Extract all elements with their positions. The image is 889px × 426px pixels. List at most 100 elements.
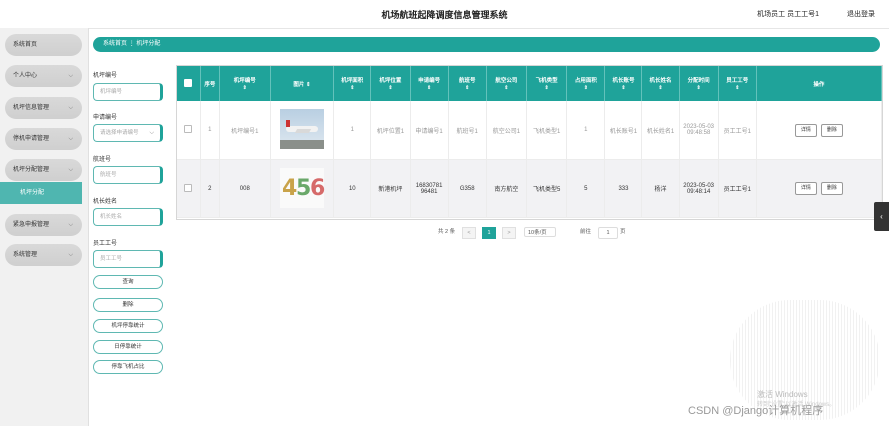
- collapse-tab-icon[interactable]: ‹: [874, 202, 889, 231]
- chevron-down-icon: ⌵: [68, 136, 73, 142]
- cell-flight-no: 航班号1: [448, 101, 487, 160]
- col-apron-no[interactable]: 机坪编号 ⇕: [219, 66, 271, 101]
- sort-icon[interactable]: ⇕: [487, 85, 526, 91]
- col-label: 机坪面积: [341, 78, 364, 84]
- chevron-down-icon: ⌵: [149, 130, 154, 136]
- data-table: 序号 机坪编号 ⇕ 图片 ⇕ 机坪面积 ⇕ 机坪位置 ⇕ 申请编号 ⇕ 航班号 ⇕ 航空公…: [176, 65, 883, 220]
- sort-icon[interactable]: ⇕: [306, 82, 311, 88]
- cell-captain-name: 机长姓名1: [641, 101, 680, 160]
- col-assign-time[interactable]: 分配时间 ⇕: [679, 66, 719, 101]
- digits-image: 4 5 6: [279, 167, 326, 208]
- apron-stats-button[interactable]: 机坪停靠统计: [93, 319, 163, 333]
- col-airline[interactable]: 航空公司 ⇕: [486, 66, 528, 101]
- sidebar-item-profile[interactable]: 个人中心 ⌵: [5, 65, 82, 87]
- breadcrumb-current: 机坪分配: [136, 41, 161, 47]
- row-delete-button[interactable]: 删除: [820, 123, 843, 137]
- sidebar-subitem-apron-assign[interactable]: 机坪分配: [0, 182, 82, 204]
- sidebar-item-label: 机坪分配管理: [13, 167, 50, 173]
- sort-icon[interactable]: ⇕: [527, 85, 566, 91]
- col-apply-no[interactable]: 申请编号 ⇕: [410, 66, 449, 101]
- staff-no-input[interactable]: 员工工号: [93, 250, 163, 268]
- sidebar-item-emergency[interactable]: 紧急申报管理 ⌵: [5, 214, 82, 236]
- logout-link[interactable]: 退出登录: [847, 9, 875, 19]
- apply-no-label: 申请编号: [93, 115, 118, 121]
- page-unit: 页: [620, 229, 626, 235]
- cell-airline: 南方航空: [486, 159, 528, 218]
- cell-staff-no: 员工工号1: [718, 159, 757, 218]
- select-all-checkbox[interactable]: [177, 66, 201, 101]
- sort-icon[interactable]: ⇕: [411, 85, 448, 91]
- col-captain-name[interactable]: 机长姓名 ⇕: [641, 66, 680, 101]
- col-label: 图片: [293, 81, 305, 88]
- col-captain-account[interactable]: 机长账号 ⇕: [604, 66, 643, 101]
- goto-page-input[interactable]: 1: [598, 227, 618, 239]
- table-row: 2 008 4 5 6 10 新港机坪 1683078196481 G358 南…: [177, 159, 883, 218]
- row-checkbox[interactable]: [177, 101, 201, 160]
- digit-6: 6: [309, 175, 326, 201]
- cell-plane-type: 飞机类型1: [526, 101, 568, 160]
- chevron-down-icon: ⌵: [68, 252, 73, 258]
- sidebar-item-label: 紧急申报管理: [13, 222, 50, 228]
- cell-apron-no: 008: [219, 159, 271, 218]
- cell-plane-type: 飞机类型5: [526, 159, 568, 218]
- cell-image: [270, 101, 335, 160]
- page-size-select[interactable]: 10条/页: [524, 227, 556, 237]
- daily-stats-button[interactable]: 日停靠统计: [93, 340, 163, 354]
- sidebar-item-parking-apply[interactable]: 停机申请管理 ⌵: [5, 128, 82, 150]
- row-checkbox[interactable]: [177, 159, 201, 218]
- cell-apply-no: 申请编号1: [410, 101, 449, 160]
- cell-staff-no: 员工工号1: [718, 101, 757, 160]
- csdn-watermark: CSDN @Django计算机程序: [688, 405, 824, 417]
- flight-no-input[interactable]: 航班号: [93, 166, 163, 184]
- table-header-row: 序号 机坪编号 ⇕ 图片 ⇕ 机坪面积 ⇕ 机坪位置 ⇕ 申请编号 ⇕ 航班号 ⇕ 航空公…: [177, 66, 883, 101]
- col-index: 序号: [200, 66, 220, 101]
- sort-icon[interactable]: ⇕: [642, 85, 678, 91]
- col-location[interactable]: 机坪位置 ⇕: [370, 66, 411, 101]
- sidebar-item-home[interactable]: 系统首页: [5, 34, 82, 56]
- col-plane-type[interactable]: 飞机类型 ⇕: [526, 66, 568, 101]
- sidebar: 系统首页 个人中心 ⌵ 机坪信息管理 ⌵ 停机申请管理 ⌵ 机坪分配管理 ⌵ 机坪分配 …: [0, 28, 89, 426]
- cell-used-area: 5: [566, 159, 606, 218]
- search-button[interactable]: 查询: [93, 275, 163, 289]
- col-image[interactable]: 图片 ⇕: [270, 66, 335, 101]
- next-page-button[interactable]: >: [502, 227, 516, 239]
- page-1-button[interactable]: 1: [482, 227, 496, 239]
- col-label: 机坪编号: [233, 78, 256, 84]
- sort-icon[interactable]: ⇕: [371, 85, 409, 91]
- sidebar-item-system[interactable]: 系统管理 ⌵: [5, 244, 82, 266]
- plane-ratio-button[interactable]: 停靠飞机占比: [93, 360, 163, 374]
- sort-icon[interactable]: ⇕: [680, 85, 718, 91]
- detail-button[interactable]: 详情: [794, 123, 817, 137]
- detail-button[interactable]: 详情: [794, 182, 817, 195]
- delete-button[interactable]: 删除: [93, 298, 163, 312]
- sort-icon[interactable]: ⇕: [605, 85, 641, 91]
- prev-page-button[interactable]: <: [462, 227, 476, 239]
- breadcrumb-home[interactable]: 系统首页: [103, 41, 127, 47]
- cell-actions: 详情 删除: [756, 159, 883, 218]
- sidebar-item-apron-info[interactable]: 机坪信息管理 ⌵: [5, 97, 82, 119]
- cell-index: 1: [200, 101, 220, 160]
- sidebar-item-apron-assign[interactable]: 机坪分配管理 ⌵: [5, 159, 82, 181]
- total-count: 共 2 条: [438, 229, 456, 235]
- sidebar-item-label: 系统管理: [13, 252, 38, 258]
- sidebar-item-label: 系统首页: [13, 42, 38, 48]
- row-delete-button[interactable]: 删除: [820, 182, 843, 195]
- sort-icon[interactable]: ⇕: [567, 85, 604, 91]
- col-used-area[interactable]: 占用面积 ⇕: [566, 66, 606, 101]
- sort-icon[interactable]: ⇕: [220, 85, 270, 91]
- flight-no-label: 航班号: [93, 157, 112, 163]
- cell-captain-account: 333: [604, 159, 643, 218]
- col-area[interactable]: 机坪面积 ⇕: [333, 66, 372, 101]
- sort-icon[interactable]: ⇕: [449, 85, 486, 91]
- captain-name-input[interactable]: 机长姓名: [93, 208, 163, 226]
- cell-area: 1: [333, 101, 372, 160]
- chevron-down-icon: ⌵: [68, 73, 73, 79]
- col-staff-no[interactable]: 员工工号 ⇕: [718, 66, 757, 101]
- sort-icon[interactable]: ⇕: [719, 85, 756, 91]
- goto-label: 前往: [580, 229, 592, 235]
- apply-no-select[interactable]: 请选择申请编号 ⌵: [93, 124, 163, 142]
- chevron-down-icon: ⌵: [68, 105, 73, 111]
- sort-icon[interactable]: ⇕: [334, 85, 370, 91]
- col-flight-no[interactable]: 航班号 ⇕: [448, 66, 487, 101]
- apron-no-input[interactable]: 机坪编号: [93, 83, 163, 101]
